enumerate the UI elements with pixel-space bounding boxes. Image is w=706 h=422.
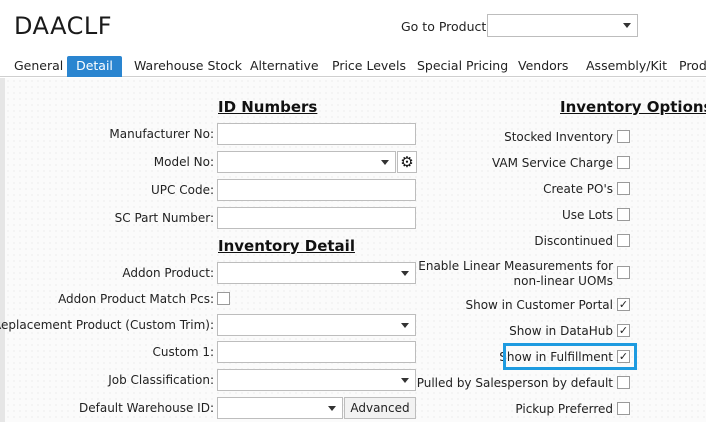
chevron-down-icon bbox=[401, 271, 409, 276]
use-lots-checkbox[interactable] bbox=[617, 208, 630, 221]
goto-product-select[interactable] bbox=[487, 14, 638, 37]
chevron-down-icon bbox=[381, 160, 389, 165]
gear-icon[interactable]: ⚙ bbox=[397, 151, 417, 173]
custom1-label: Custom 1: bbox=[152, 345, 214, 359]
product-header: DAACLF Go to Product: bbox=[0, 0, 706, 56]
enable-linear-label: Enable Linear Measurements for bbox=[418, 259, 613, 273]
manufacturer-no-input[interactable] bbox=[217, 123, 416, 145]
replacement-product-select[interactable] bbox=[217, 314, 416, 336]
addon-product-label: Addon Product: bbox=[122, 266, 214, 280]
tab-produ[interactable]: Produ bbox=[679, 56, 706, 77]
pickup-preferred-checkbox[interactable] bbox=[617, 402, 630, 415]
stocked-inventory-checkbox[interactable] bbox=[617, 130, 630, 143]
default-warehouse-label: Default Warehouse ID: bbox=[79, 401, 214, 415]
enable-linear-label-line2: non-linear UOMs bbox=[513, 274, 613, 288]
tab-price-levels[interactable]: Price Levels bbox=[332, 56, 406, 77]
tab-bar: General Detail Warehouse Stock Alternati… bbox=[0, 56, 706, 77]
custom1-input[interactable] bbox=[217, 341, 416, 363]
tab-warehouse-stock[interactable]: Warehouse Stock bbox=[134, 56, 242, 77]
pickup-preferred-label: Pickup Preferred bbox=[515, 402, 613, 416]
inventory-options-title: Inventory Options bbox=[560, 98, 706, 116]
replacement-product-label: Replacement Product (Custom Trim): bbox=[0, 318, 214, 332]
tab-general[interactable]: General bbox=[14, 56, 63, 77]
tab-detail[interactable]: Detail bbox=[67, 56, 122, 77]
goto-product-label: Go to Product: bbox=[401, 19, 491, 34]
chevron-down-icon bbox=[401, 378, 409, 383]
use-lots-label: Use Lots bbox=[561, 208, 613, 222]
sc-part-number-label: SC Part Number: bbox=[114, 211, 214, 225]
create-pos-label: Create PO's bbox=[543, 182, 613, 196]
discontinued-label: Discontinued bbox=[534, 234, 613, 248]
model-no-label: Model No: bbox=[153, 155, 214, 169]
job-classification-label: Job Classification: bbox=[108, 373, 214, 387]
fulfillment-highlight-box bbox=[503, 343, 637, 370]
tab-special-pricing[interactable]: Special Pricing bbox=[417, 56, 508, 77]
show-customer-portal-checkbox[interactable]: ✓ bbox=[617, 298, 630, 311]
model-no-select[interactable] bbox=[217, 151, 396, 173]
pulled-by-salesperson-label: Pulled by Salesperson by default bbox=[416, 376, 613, 390]
show-datahub-checkbox[interactable]: ✓ bbox=[617, 324, 630, 337]
addon-match-pcs-checkbox[interactable] bbox=[217, 292, 230, 305]
show-datahub-label: Show in DataHub bbox=[509, 324, 613, 338]
create-pos-checkbox[interactable] bbox=[617, 182, 630, 195]
vam-service-charge-label: VAM Service Charge bbox=[491, 156, 613, 170]
job-classification-select[interactable] bbox=[217, 369, 416, 391]
pulled-by-salesperson-checkbox[interactable] bbox=[617, 376, 630, 389]
chevron-down-icon bbox=[328, 406, 336, 411]
default-warehouse-select[interactable] bbox=[217, 397, 343, 419]
upc-code-label: UPC Code: bbox=[151, 183, 214, 197]
sc-part-number-input[interactable] bbox=[217, 207, 416, 229]
upc-code-input[interactable] bbox=[217, 179, 416, 201]
inventory-detail-title: Inventory Detail bbox=[218, 237, 355, 255]
addon-match-pcs-label: Addon Product Match Pcs: bbox=[58, 292, 214, 306]
product-title: DAACLF bbox=[14, 12, 113, 40]
tab-alternative[interactable]: Alternative bbox=[250, 56, 319, 77]
tab-vendors[interactable]: Vendors bbox=[518, 56, 568, 77]
tab-assembly-kit[interactable]: Assembly/Kit bbox=[586, 56, 667, 77]
addon-product-select[interactable] bbox=[217, 262, 416, 284]
discontinued-checkbox[interactable] bbox=[617, 234, 630, 247]
stocked-inventory-label: Stocked Inventory bbox=[504, 130, 613, 144]
show-customer-portal-label: Show in Customer Portal bbox=[465, 298, 613, 312]
manufacturer-no-label: Manufacturer No: bbox=[109, 127, 214, 141]
enable-linear-checkbox[interactable] bbox=[617, 266, 630, 279]
advanced-button[interactable]: Advanced bbox=[344, 397, 416, 419]
chevron-down-icon bbox=[401, 323, 409, 328]
chevron-down-icon bbox=[623, 23, 631, 28]
id-numbers-title: ID Numbers bbox=[218, 98, 318, 116]
vam-service-charge-checkbox[interactable] bbox=[617, 156, 630, 169]
